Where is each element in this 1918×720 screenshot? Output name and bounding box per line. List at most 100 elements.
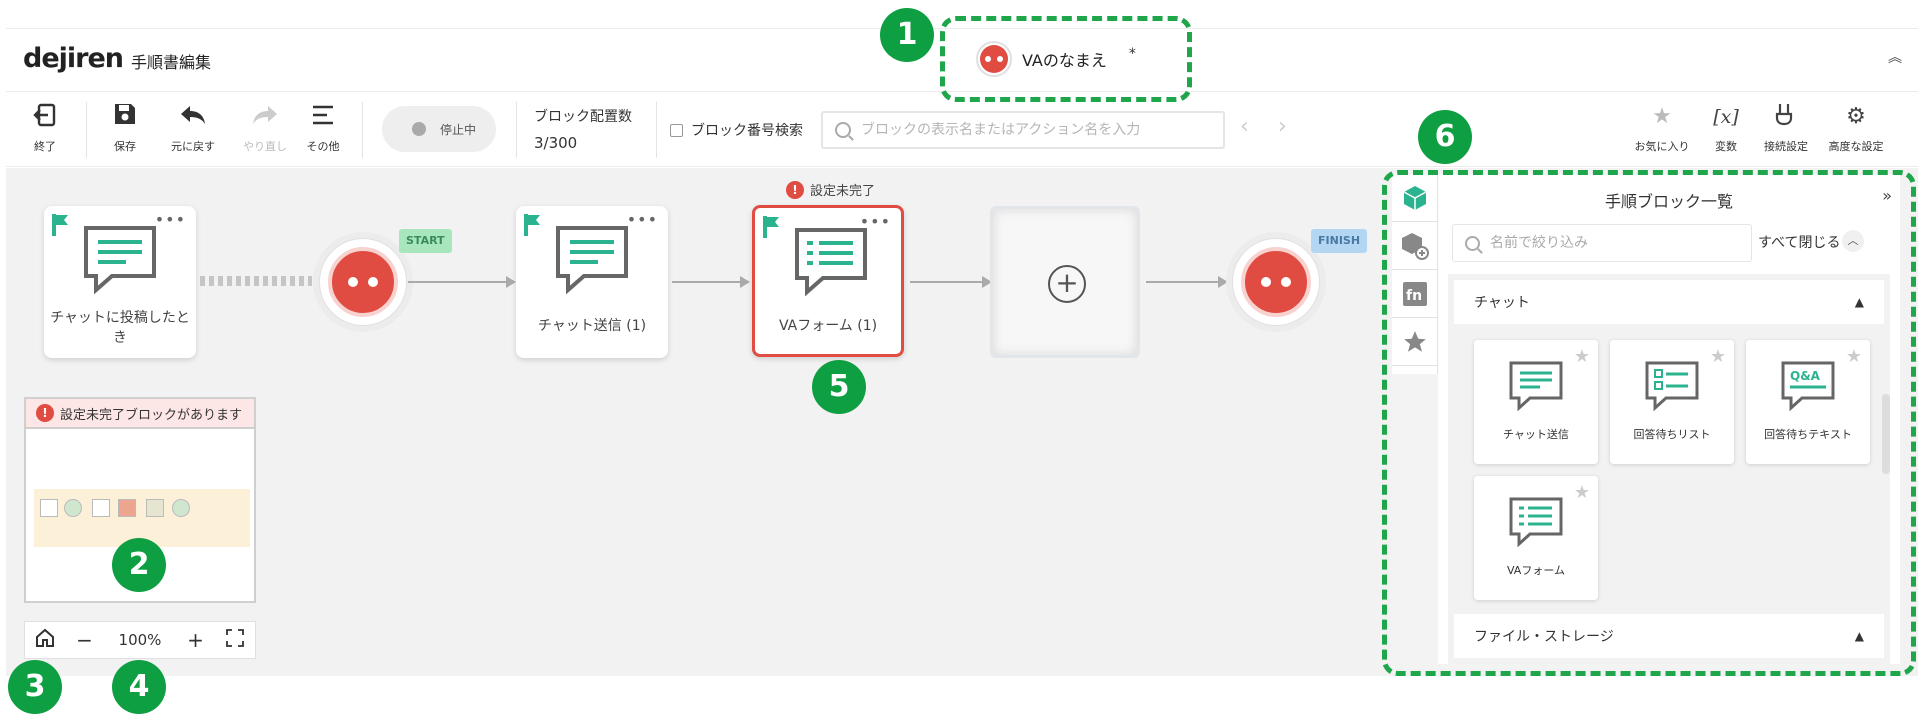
flow-block-va-form[interactable]: ••• VAフォーム (1) <box>752 205 904 357</box>
zoom-controls: − 100% + <box>24 621 256 659</box>
app-logo: dejiren <box>23 43 124 74</box>
exit-button[interactable]: 終了 <box>18 102 72 154</box>
block-count-value: 3/300 <box>534 134 578 152</box>
callout-badge: 4 <box>112 660 166 714</box>
more-label: その他 <box>306 140 340 153</box>
advanced-label: 高度な設定 <box>1828 140 1884 153</box>
minimap-block <box>146 499 164 517</box>
block-label: VAフォーム (1) <box>778 318 878 334</box>
form-bubble-icon <box>795 228 867 296</box>
incomplete-setting-note: ! 設定未完了 <box>786 180 875 199</box>
arrow-head <box>740 276 750 288</box>
finish-node[interactable] <box>1232 238 1320 326</box>
exit-icon <box>18 102 72 134</box>
arrow-head <box>506 276 516 288</box>
trigger-flag-icon <box>52 214 68 236</box>
status-label: 停止中 <box>440 122 477 137</box>
variables-label: 変数 <box>1715 140 1737 153</box>
start-node[interactable] <box>319 238 407 326</box>
undo-label: 元に戻す <box>171 140 215 153</box>
minimap-block <box>40 499 58 517</box>
callout-badge: 1 <box>880 8 934 62</box>
redo-button[interactable]: やり直し <box>238 102 292 154</box>
dashed-connector <box>200 276 312 286</box>
callout-badge: 6 <box>1418 110 1472 164</box>
exit-label: 終了 <box>34 140 56 153</box>
add-block-slot[interactable]: + <box>990 206 1140 358</box>
variables-button[interactable]: [x] 変数 <box>1706 102 1746 154</box>
redo-label: やり直し <box>243 140 287 153</box>
block-search-input[interactable] <box>861 122 1201 138</box>
connector-line <box>408 281 508 283</box>
flow-block-chat-send[interactable]: ••• チャット送信 (1) <box>516 206 668 358</box>
fit-screen-icon[interactable] <box>215 628 255 652</box>
status-dot <box>412 122 426 136</box>
finish-tag: FINISH <box>1311 229 1368 253</box>
divider <box>362 102 363 158</box>
block-search-field[interactable] <box>821 111 1225 149</box>
robot-icon <box>328 247 398 317</box>
trigger-flag-icon <box>763 216 779 238</box>
minimap-warning-text: 設定未完了ブロックがあります <box>60 407 243 423</box>
annotation-box-va-name <box>940 16 1192 102</box>
undo-button[interactable]: 元に戻す <box>166 102 220 154</box>
run-status-toggle[interactable]: 停止中 <box>382 106 496 152</box>
start-tag: START <box>399 229 452 253</box>
page-title: 手順書編集 <box>131 53 212 72</box>
chat-bubble-icon <box>84 226 156 294</box>
home-icon[interactable] <box>25 628 65 653</box>
advanced-settings-button[interactable]: ⚙ 高度な設定 <box>1824 102 1888 154</box>
minimap-node <box>64 499 82 517</box>
connector-line <box>910 281 984 283</box>
arrow-head <box>1218 276 1228 288</box>
more-options-icon[interactable]: ••• <box>627 210 658 229</box>
flow-block-trigger[interactable]: ••• チャットに投稿したとき <box>44 206 196 358</box>
annotation-box-block-panel <box>1382 170 1916 676</box>
more-button[interactable]: その他 <box>296 102 350 154</box>
divider <box>656 102 657 158</box>
block-label: チャットに投稿したとき <box>50 310 190 346</box>
error-icon: ! <box>786 180 804 199</box>
callout-badge: 3 <box>8 660 62 714</box>
connection-settings-button[interactable]: 接続設定 <box>1758 102 1814 154</box>
minimap-node <box>172 499 190 517</box>
variable-icon: [x] <box>1713 106 1739 128</box>
save-label: 保存 <box>114 140 136 153</box>
divider <box>86 102 87 158</box>
block-number-search-label: ブロック番号検索 <box>691 123 803 139</box>
menu-icon <box>296 102 350 134</box>
save-icon <box>98 102 152 134</box>
block-number-search-toggle[interactable]: ブロック番号検索 <box>670 120 803 140</box>
error-icon: ! <box>36 404 54 422</box>
favorites-button[interactable]: ★ お気に入り <box>1630 102 1694 154</box>
incomplete-setting-text: 設定未完了 <box>810 184 876 199</box>
star-icon: ★ <box>1652 104 1672 129</box>
block-number-checkbox[interactable] <box>670 123 683 137</box>
chevron-right-icon[interactable]: › <box>1278 114 1287 139</box>
chevron-left-icon[interactable]: ‹ <box>1240 114 1249 139</box>
toolbar: 終了 保存 元に戻す やり直し その他 停止中 ブロック配置数 3/300 ブロ… <box>6 91 1918 167</box>
chevron-up-double-icon[interactable]: ︽ <box>1884 47 1906 69</box>
search-icon <box>835 122 851 138</box>
minimap-block <box>118 499 136 517</box>
connection-label: 接続設定 <box>1764 140 1808 153</box>
minimap-warning: ! 設定未完了ブロックがあります <box>26 399 254 429</box>
callout-badge: 2 <box>112 538 166 592</box>
connector-line <box>1146 281 1220 283</box>
undo-icon <box>166 102 220 134</box>
redo-icon <box>238 102 292 134</box>
plus-circle-icon: + <box>1048 265 1086 303</box>
more-options-icon[interactable]: ••• <box>155 210 186 229</box>
favorites-label: お気に入り <box>1634 140 1690 153</box>
zoom-level: 100% <box>118 631 162 649</box>
save-button[interactable]: 保存 <box>98 102 152 154</box>
block-count-label: ブロック配置数 <box>534 109 632 125</box>
robot-icon <box>1241 247 1311 317</box>
chat-bubble-icon <box>556 226 628 294</box>
block-label: チャット送信 (1) <box>537 318 647 334</box>
minimap-block <box>92 499 110 517</box>
divider <box>516 102 517 158</box>
zoom-out-button[interactable]: − <box>65 628 105 652</box>
zoom-in-button[interactable]: + <box>176 628 216 652</box>
gears-icon: ⚙ <box>1846 104 1866 129</box>
